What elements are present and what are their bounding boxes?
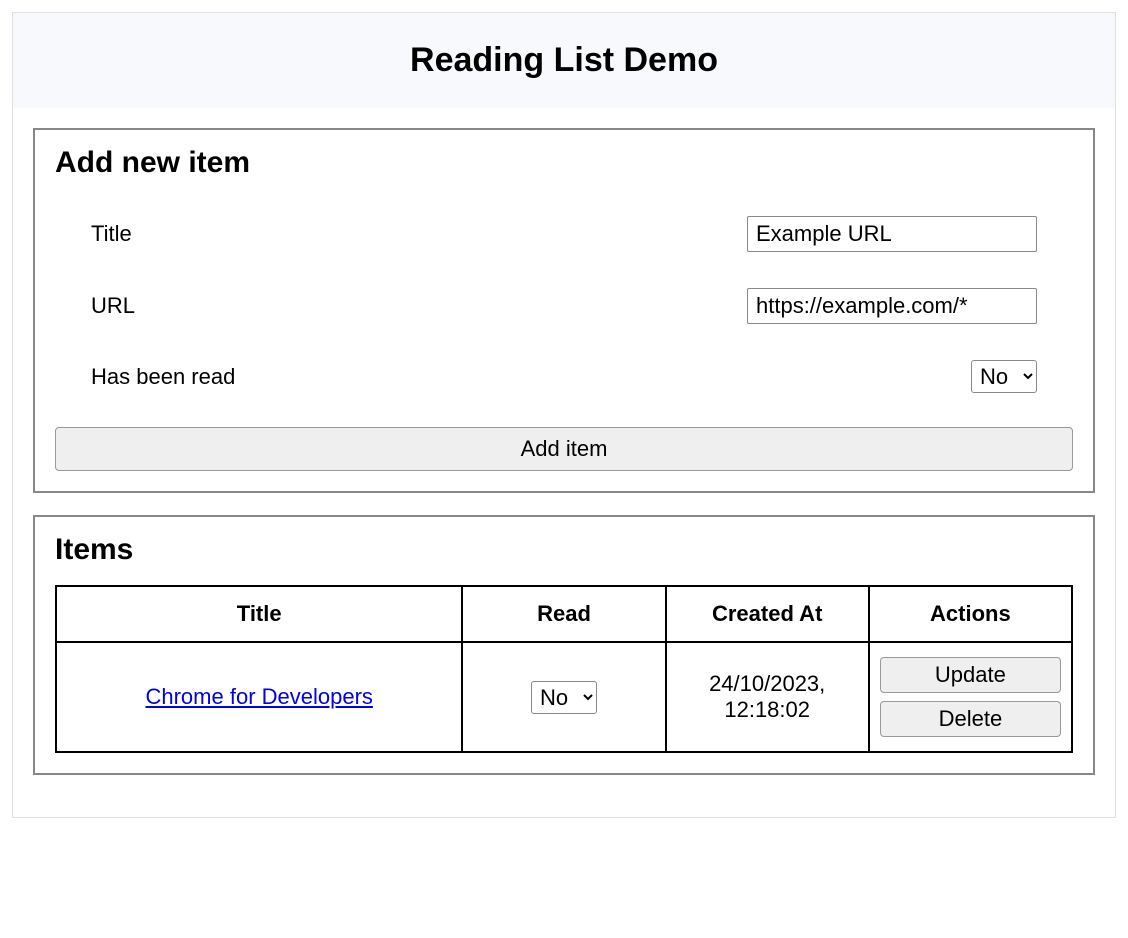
items-heading: Items [55, 533, 1073, 567]
form-row-read: Has been read NoYes [55, 342, 1073, 411]
table-header-row: Title Read Created At Actions [56, 586, 1072, 642]
item-title-link[interactable]: Chrome for Developers [145, 684, 372, 709]
app-container: Reading List Demo Add new item Title URL… [12, 12, 1116, 818]
read-label: Has been read [91, 364, 235, 390]
col-created: Created At [666, 586, 869, 642]
add-item-heading: Add new item [55, 146, 1073, 180]
items-panel: Items Title Read Created At Actions Chro… [33, 515, 1095, 775]
table-row: Chrome for Developers NoYes 24/10/2023, … [56, 642, 1072, 752]
page-title: Reading List Demo [33, 41, 1095, 80]
add-item-button[interactable]: Add item [55, 427, 1073, 471]
add-item-panel: Add new item Title URL Has been read NoY… [33, 128, 1095, 493]
title-input[interactable] [747, 216, 1037, 252]
row-actions: Update Delete [880, 657, 1061, 737]
read-select[interactable]: NoYes [971, 360, 1037, 393]
col-title: Title [56, 586, 462, 642]
delete-button[interactable]: Delete [880, 701, 1061, 737]
cell-title: Chrome for Developers [56, 642, 462, 752]
cell-read: NoYes [462, 642, 665, 752]
items-table: Title Read Created At Actions Chrome for… [55, 585, 1073, 753]
update-button[interactable]: Update [880, 657, 1061, 693]
app-content: Add new item Title URL Has been read NoY… [13, 108, 1115, 817]
row-read-select[interactable]: NoYes [531, 681, 597, 714]
form-row-title: Title [55, 198, 1073, 270]
form-row-url: URL [55, 270, 1073, 342]
cell-actions: Update Delete [869, 642, 1072, 752]
url-label: URL [91, 293, 135, 319]
url-input[interactable] [747, 288, 1037, 324]
app-header: Reading List Demo [13, 13, 1115, 108]
title-label: Title [91, 221, 132, 247]
col-actions: Actions [869, 586, 1072, 642]
col-read: Read [462, 586, 665, 642]
cell-created: 24/10/2023, 12:18:02 [666, 642, 869, 752]
